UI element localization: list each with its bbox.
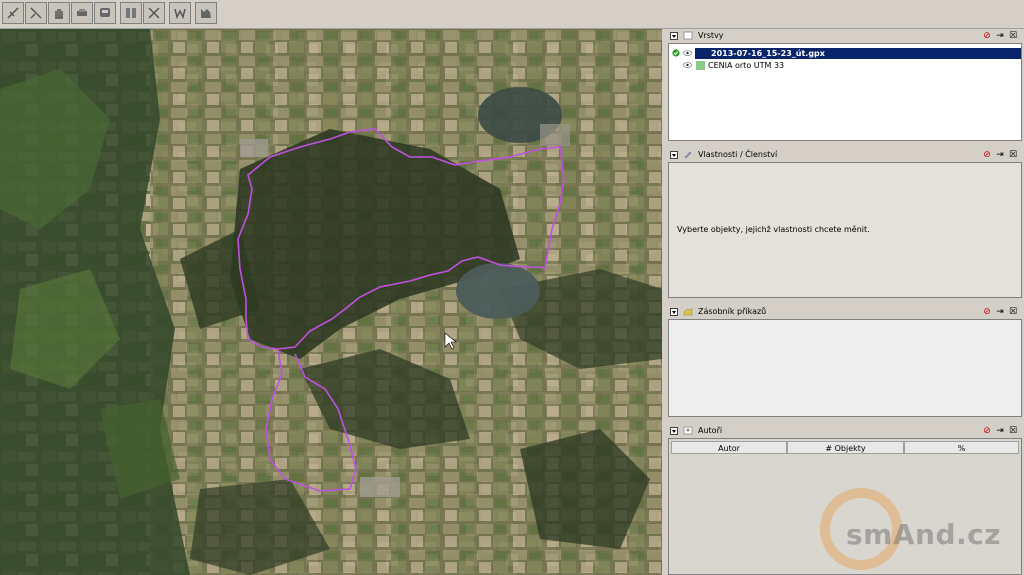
authors-panel-title: Autoři <box>698 426 723 435</box>
layer-row-ortho[interactable]: CENIA orto UTM 33 <box>669 60 1021 71</box>
bus-icon <box>100 8 110 17</box>
delete-icon <box>148 7 160 19</box>
map-canvas[interactable] <box>0 29 662 575</box>
pin-icon[interactable]: ⇥ <box>995 307 1005 317</box>
map-view[interactable] <box>0 29 662 575</box>
collapse-icon[interactable] <box>670 308 678 316</box>
layers-panel-header: Vrstvy ⊘ ⇥ ☒ <box>668 29 1022 43</box>
close-panel-icon[interactable]: ⊘ <box>982 150 992 160</box>
layer-label-gpx[interactable]: 2013-07-16_15-23_út.gpx <box>695 48 1021 59</box>
collapse-icon[interactable] <box>670 151 678 159</box>
column-header-percent[interactable]: % <box>904 441 1019 454</box>
authors-table-header: Autor # Objekty % <box>671 441 1019 454</box>
draw-tool-icon <box>30 7 42 19</box>
properties-message: Vyberte objekty, jejichž vlastnosti chce… <box>677 225 870 234</box>
split-icon <box>126 8 136 18</box>
hand-icon <box>55 9 63 19</box>
layer-label-ortho[interactable]: CENIA orto UTM 33 <box>708 60 784 71</box>
split-tool-button[interactable] <box>120 2 142 24</box>
commands-panel-title: Zásobník příkazů <box>698 307 767 316</box>
collapse-icon[interactable] <box>670 32 678 40</box>
close-icon[interactable]: ☒ <box>1008 426 1018 436</box>
command-stack-icon <box>683 307 693 316</box>
delete-tool-button[interactable] <box>143 2 165 24</box>
close-icon[interactable]: ☒ <box>1008 307 1018 317</box>
authors-icon <box>683 426 693 435</box>
close-icon[interactable]: ☒ <box>1008 150 1018 160</box>
pin-icon[interactable]: ⇥ <box>995 31 1005 41</box>
draw-tool-button[interactable] <box>25 2 47 24</box>
commands-panel-header: Zásobník příkazů ⊘ ⇥ ☒ <box>668 305 1022 319</box>
layer-row-gpx[interactable]: 2013-07-16_15-23_út.gpx <box>669 48 1021 59</box>
bus-tool-button[interactable] <box>94 2 116 24</box>
layers-panel-title: Vrstvy <box>698 31 724 40</box>
wms-tool-button[interactable] <box>169 2 191 24</box>
wms-icon <box>174 8 186 20</box>
imagery-layer-icon <box>696 61 705 70</box>
properties-panel: Vlastnosti / Členství ⊘ ⇥ ☒ Vyberte obje… <box>668 148 1022 298</box>
imagery-tool-button[interactable] <box>195 2 217 24</box>
commands-list <box>668 319 1022 417</box>
select-tool-button[interactable] <box>2 2 24 24</box>
authors-panel: Autoři ⊘ ⇥ ☒ Autor # Objekty % <box>668 424 1022 575</box>
close-panel-icon[interactable]: ⊘ <box>982 31 992 41</box>
layers-list: 2013-07-16_15-23_út.gpx CENIA orto UTM 3… <box>668 43 1022 141</box>
select-tool-icon <box>7 7 19 19</box>
layers-icon <box>683 31 693 40</box>
toolbar <box>0 0 1024 29</box>
properties-icon <box>684 151 692 159</box>
car-tool-button[interactable] <box>71 2 93 24</box>
close-icon[interactable]: ☒ <box>1008 31 1018 41</box>
authors-table: Autor # Objekty % <box>668 438 1022 575</box>
imagery-icon <box>201 9 211 18</box>
properties-body: Vyberte objekty, jejichž vlastnosti chce… <box>668 162 1022 298</box>
properties-panel-title: Vlastnosti / Členství <box>698 150 778 159</box>
authors-panel-header: Autoři ⊘ ⇥ ☒ <box>668 424 1022 438</box>
column-header-author[interactable]: Autor <box>671 441 787 454</box>
pin-icon[interactable]: ⇥ <box>995 426 1005 436</box>
eye-icon[interactable] <box>683 62 692 68</box>
column-header-objects[interactable]: # Objekty <box>787 441 904 454</box>
close-panel-icon[interactable]: ⊘ <box>982 426 992 436</box>
commands-panel: Zásobník příkazů ⊘ ⇥ ☒ <box>668 305 1022 417</box>
eye-icon[interactable] <box>683 50 692 56</box>
collapse-icon[interactable] <box>670 427 678 435</box>
hand-tool-button[interactable] <box>48 2 70 24</box>
close-panel-icon[interactable]: ⊘ <box>982 307 992 317</box>
pin-icon[interactable]: ⇥ <box>995 150 1005 160</box>
layers-panel: Vrstvy ⊘ ⇥ ☒ 2013-07-16_15-23_út.gpx CEN… <box>668 29 1022 141</box>
properties-panel-header: Vlastnosti / Členství ⊘ ⇥ ☒ <box>668 148 1022 162</box>
car-icon <box>77 9 87 16</box>
check-icon[interactable] <box>672 49 680 57</box>
